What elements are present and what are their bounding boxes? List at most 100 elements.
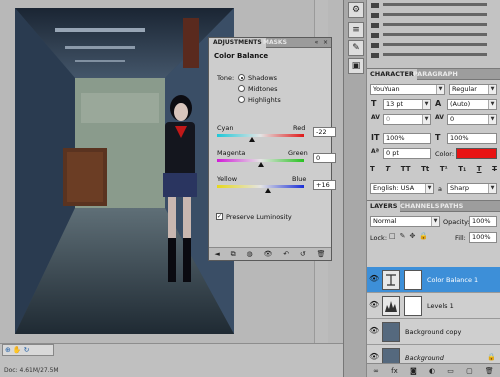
chevron-down-icon: ▼ (436, 85, 444, 94)
font-style-select[interactable]: Regular ▼ (449, 84, 497, 95)
navigator-mini-toolbar[interactable]: ⊕ ✋ ↻ (2, 344, 54, 356)
back-arrow-icon[interactable]: ◄ (214, 250, 219, 258)
add-mask-icon[interactable]: ◙ (410, 367, 417, 375)
zoom-icon[interactable]: ⊕ (5, 346, 11, 354)
brush-icon[interactable]: ✎ (348, 40, 364, 56)
trash-icon[interactable]: 🗑 (317, 250, 326, 258)
history-icon[interactable]: ⚙ (348, 2, 364, 18)
lock-buttons: □ ✎ ✥ 🔒 (389, 232, 437, 242)
leading-select[interactable]: (Auto) ▼ (447, 99, 497, 110)
preserve-luminosity-checkbox[interactable]: ✓ (216, 213, 223, 220)
radio-highlights[interactable] (238, 96, 245, 103)
rotate-icon[interactable]: ↻ (24, 346, 30, 354)
vertical-scale-input[interactable]: 100% (383, 133, 431, 144)
layer-list[interactable]: 👁 Color Balance 1 👁 Levels 1 👁 Backgroun… (367, 245, 500, 371)
language-select[interactable]: English: USA ▼ (370, 183, 434, 194)
adjustment-thumbnail (382, 270, 400, 290)
blend-mode-select[interactable]: Normal ▼ (370, 216, 440, 227)
cyan-red-slider[interactable] (217, 134, 304, 137)
kerning-select[interactable]: 0 ▼ (383, 114, 431, 125)
previous-state-icon[interactable]: ↶ (283, 250, 289, 258)
fill-input[interactable]: 100% (469, 232, 497, 243)
clone-source-icon[interactable]: ▣ (348, 58, 364, 74)
lock-transparency-icon[interactable]: □ (389, 232, 396, 242)
adjustments-titlebar[interactable]: ADJUSTMENTS MASKS « × (209, 38, 331, 48)
baseline-shift-value: 0 pt (386, 149, 399, 157)
tab-paragraph[interactable]: PARAGRAPH (410, 69, 461, 80)
character-tabbar: CHARACTER PARAGRAPH (367, 69, 500, 80)
magenta-green-thumb[interactable] (258, 162, 264, 167)
tab-masks[interactable]: MASKS (260, 38, 290, 48)
radio-midtones[interactable] (238, 85, 245, 92)
anti-alias-label: a (438, 185, 442, 193)
cyan-red-thumb[interactable] (249, 137, 255, 142)
lock-position-icon[interactable]: ✥ (410, 232, 416, 242)
expand-view-icon[interactable]: ⧉ (231, 250, 236, 259)
underline-button[interactable]: T (477, 165, 482, 177)
tab-adjustments[interactable]: ADJUSTMENTS (209, 38, 266, 48)
anti-alias-select[interactable]: Sharp ▼ (447, 183, 497, 194)
close-icon[interactable]: × (322, 39, 329, 46)
vertical-scale-value: 100% (386, 134, 405, 142)
cyan-red-input[interactable]: -22 (313, 127, 336, 137)
link-layers-icon[interactable]: ∞ (373, 367, 379, 375)
hand-icon[interactable]: ✋ (13, 346, 22, 354)
layer-style-icon[interactable]: fx (391, 367, 398, 375)
strikethrough-button[interactable]: T (492, 165, 497, 177)
superscript-button[interactable]: T¹ (440, 165, 448, 177)
layer-row[interactable]: 👁 Levels 1 (367, 293, 500, 319)
actions-icon[interactable]: ≡ (348, 22, 364, 38)
trash-icon[interactable]: 🗑 (485, 367, 494, 375)
magenta-green-input[interactable]: 0 (313, 153, 336, 163)
font-family-select[interactable]: YouYuan ▼ (370, 84, 445, 95)
group-icon[interactable]: ▭ (447, 367, 454, 375)
all-caps-button[interactable]: TT (401, 165, 411, 177)
lock-pixels-icon[interactable]: ✎ (400, 232, 406, 242)
reset-icon[interactable]: ↺ (300, 250, 306, 258)
adjustment-layer-icon[interactable]: ◐ (429, 367, 435, 375)
lock-all-icon[interactable]: 🔒 (419, 232, 428, 242)
yellow-blue-input[interactable]: +16 (313, 180, 336, 190)
horizontal-scale-input[interactable]: 100% (447, 133, 497, 144)
slider-left-label: Cyan (217, 124, 234, 132)
chevron-down-icon: ▼ (431, 217, 439, 226)
layer-name: Background copy (405, 328, 462, 336)
new-layer-icon[interactable]: ▢ (466, 367, 473, 375)
tab-paths[interactable]: PATHS (437, 201, 466, 212)
document-photo[interactable] (15, 8, 234, 334)
kerning-value: 0 (386, 115, 391, 123)
yellow-blue-slider[interactable] (217, 185, 304, 188)
eye-icon[interactable]: 👁 (369, 326, 379, 336)
yellow-blue-thumb[interactable] (265, 188, 271, 193)
chevron-down-icon: ▼ (488, 115, 496, 124)
layer-row[interactable]: 👁 Background copy (367, 319, 500, 345)
collapse-icon[interactable]: « (313, 39, 320, 46)
adjustments-panel: ADJUSTMENTS MASKS « × Color Balance Tone… (208, 37, 336, 261)
text-color-swatch[interactable] (456, 148, 497, 159)
tracking-icon: AV (435, 114, 444, 121)
slider-left-label: Magenta (217, 149, 246, 157)
faux-bold-button[interactable]: T (370, 165, 375, 177)
faux-italic-button[interactable]: T (385, 165, 390, 177)
tab-channels[interactable]: CHANNELS (397, 201, 442, 212)
vertical-scale-icon: IT (371, 133, 380, 142)
baseline-shift-icon: Aª (371, 148, 380, 155)
baseline-shift-input[interactable]: 0 pt (383, 148, 431, 159)
eye-icon[interactable]: 👁 (369, 274, 379, 284)
tracking-select[interactable]: 0 ▼ (447, 114, 497, 125)
opacity-input[interactable]: 100% (469, 216, 497, 227)
visibility-icon[interactable]: 👁 (263, 250, 272, 258)
kerning-icon: AV (371, 114, 380, 121)
tab-layers[interactable]: LAYERS (367, 201, 401, 212)
radio-shadows[interactable] (238, 74, 245, 81)
clip-layer-icon[interactable]: ◍ (247, 250, 253, 258)
subscript-button[interactable]: T₁ (458, 165, 466, 177)
eye-icon[interactable]: 👁 (369, 352, 379, 362)
opacity-label: Opacity: (443, 218, 470, 226)
eye-icon[interactable]: 👁 (369, 300, 379, 310)
font-size-select[interactable]: 13 pt ▼ (383, 99, 431, 110)
small-caps-button[interactable]: Tt (421, 165, 429, 177)
photo-image (15, 8, 234, 334)
slider-left-label: Yellow (217, 175, 238, 183)
layer-row[interactable]: 👁 Color Balance 1 (367, 267, 500, 293)
